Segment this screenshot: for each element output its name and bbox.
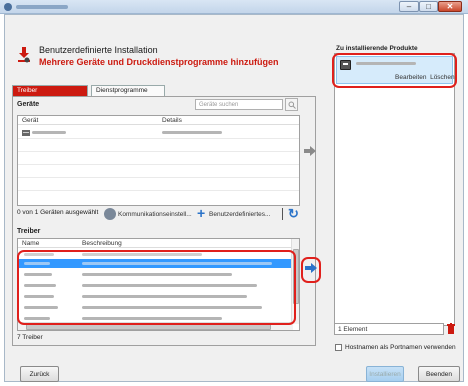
highlight-products xyxy=(332,53,457,88)
back-button[interactable]: Zurück xyxy=(20,366,59,382)
app-icon xyxy=(4,3,12,11)
products-list xyxy=(334,53,455,326)
maximize-icon: □ xyxy=(426,2,431,11)
communication-settings-icon[interactable] xyxy=(104,208,116,220)
column-header-details[interactable]: Details xyxy=(158,116,299,125)
minimize-button[interactable]: – xyxy=(399,1,419,12)
tab-dienstprogramme[interactable]: Dienstprogramme xyxy=(91,85,165,96)
refresh-icon[interactable]: ↻ xyxy=(288,206,299,222)
table-row[interactable] xyxy=(18,128,299,137)
devices-section-label: Geräte xyxy=(17,101,40,108)
hostname-checkbox[interactable] xyxy=(335,344,342,351)
install-button[interactable]: Installieren xyxy=(366,366,404,382)
products-count: 1 Element xyxy=(334,323,444,335)
window-titlebar: – □ ✕ xyxy=(0,0,468,14)
add-device-arrow-icon[interactable] xyxy=(304,146,316,156)
column-header-name[interactable]: Name xyxy=(18,239,78,248)
column-header-description[interactable]: Beschreibung xyxy=(78,239,292,248)
device-name-redacted xyxy=(32,131,66,134)
custom-device-link[interactable]: Benutzerdefiniertes... xyxy=(209,211,270,218)
window-close-button[interactable]: ✕ xyxy=(438,1,462,12)
highlight-arrow xyxy=(301,257,321,283)
install-download-icon xyxy=(18,47,30,63)
row-divider xyxy=(18,151,299,152)
close-button[interactable]: Beenden xyxy=(418,366,460,382)
trash-icon[interactable] xyxy=(446,323,456,335)
window-title-redacted xyxy=(16,5,68,9)
column-header-device[interactable]: Gerät xyxy=(18,116,158,125)
row-divider xyxy=(18,177,299,178)
communication-settings-link[interactable]: Kommunikationseinstell... xyxy=(118,211,192,218)
printer-icon xyxy=(22,130,30,136)
page-subtitle: Mehrere Geräte und Druckdienstprogramme … xyxy=(39,57,279,67)
add-icon[interactable]: + xyxy=(197,205,205,221)
products-title: Zu installierende Produkte xyxy=(336,45,418,52)
highlight-drivers xyxy=(17,250,296,325)
drivers-count: 7 Treiber xyxy=(17,334,43,341)
device-search-input[interactable]: Geräte suchen xyxy=(195,99,283,110)
tab-treiber[interactable]: Treiber xyxy=(12,85,88,96)
device-search-button[interactable] xyxy=(285,98,298,111)
device-details-redacted xyxy=(162,131,222,134)
device-selection-status: 0 von 1 Geräten ausgewählt xyxy=(17,209,99,216)
page-title: Benutzerdefinierte Installation xyxy=(39,45,158,55)
hostname-checkbox-label: Hostnamen als Portnamen verwenden xyxy=(345,344,456,351)
maximize-button[interactable]: □ xyxy=(419,1,438,12)
search-icon xyxy=(288,101,296,109)
row-divider xyxy=(18,138,299,139)
close-icon: ✕ xyxy=(446,2,454,11)
toolbar-divider xyxy=(282,208,283,220)
minimize-icon: – xyxy=(406,2,412,11)
row-divider xyxy=(18,164,299,165)
row-divider xyxy=(18,190,299,191)
devices-table: Gerät Details xyxy=(17,115,300,206)
drivers-section-label: Treiber xyxy=(17,228,41,235)
